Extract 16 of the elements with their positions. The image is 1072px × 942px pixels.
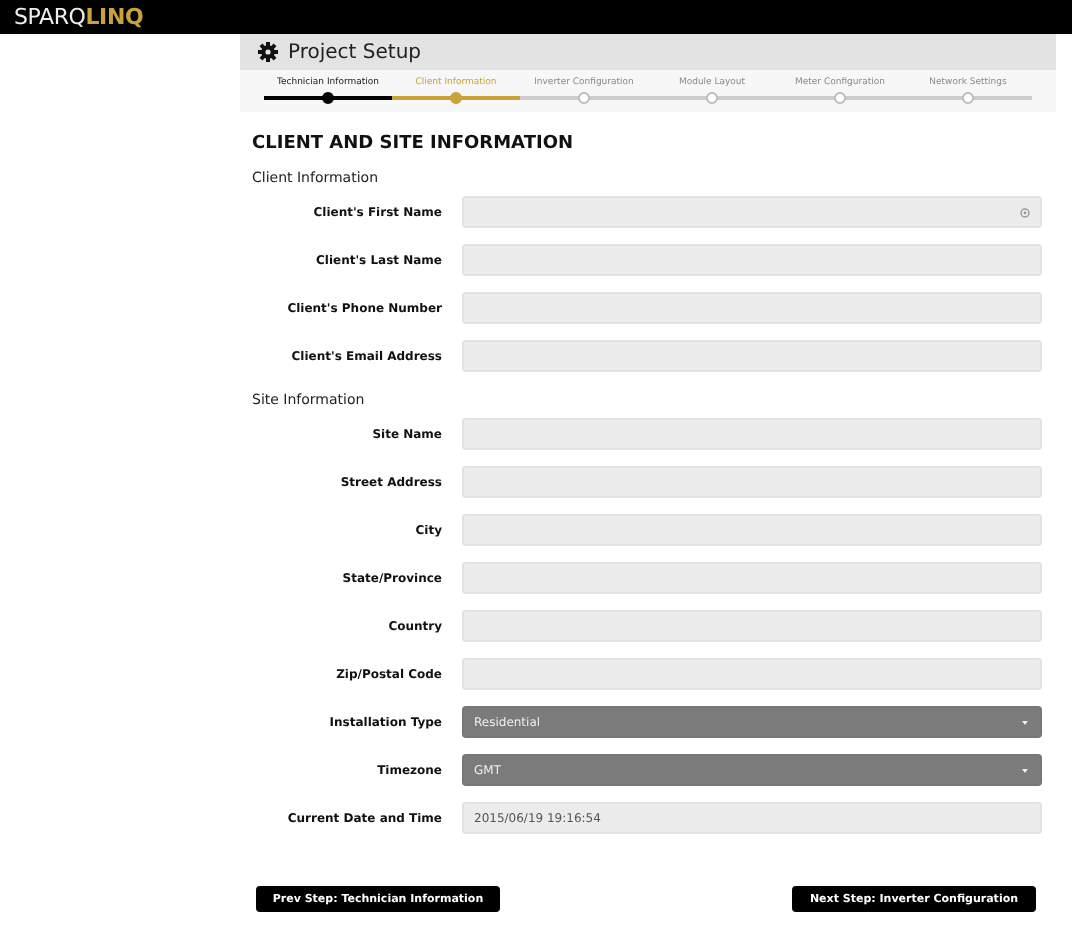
logo: SPARQLINQ bbox=[14, 4, 144, 30]
input-field[interactable] bbox=[462, 466, 1042, 498]
input-field[interactable] bbox=[462, 562, 1042, 594]
input-field[interactable] bbox=[462, 514, 1042, 546]
input-field[interactable] bbox=[462, 292, 1042, 324]
input-field[interactable] bbox=[462, 340, 1042, 372]
section-heading: CLIENT AND SITE INFORMATION bbox=[252, 134, 575, 154]
input-field[interactable] bbox=[462, 658, 1042, 690]
input-field[interactable] bbox=[462, 244, 1042, 276]
caret-icon bbox=[1020, 765, 1030, 775]
input-field[interactable] bbox=[462, 610, 1042, 642]
panel-title: Project Setup bbox=[288, 41, 421, 63]
caret-icon bbox=[1020, 717, 1030, 727]
settings-icon bbox=[258, 42, 278, 62]
input-field[interactable] bbox=[462, 418, 1042, 450]
input-field[interactable] bbox=[462, 196, 1042, 228]
